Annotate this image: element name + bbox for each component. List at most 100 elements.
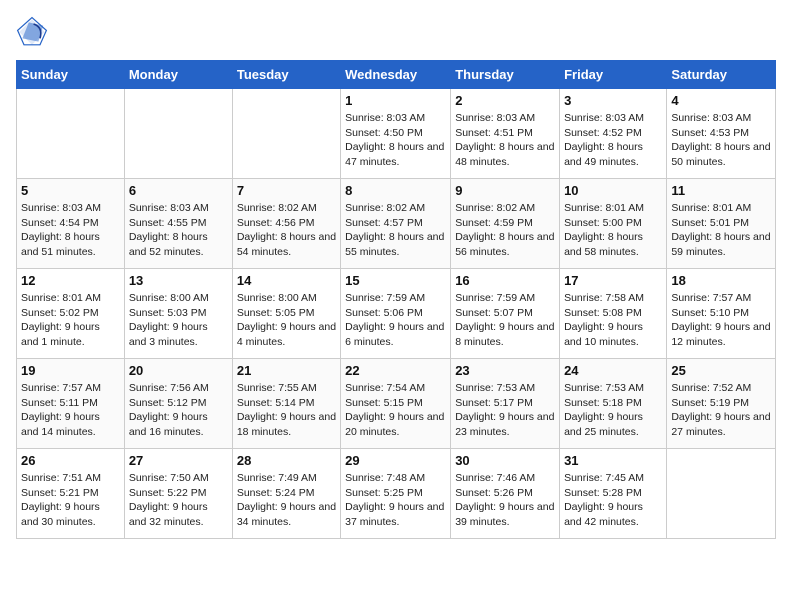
day-number: 19	[21, 363, 120, 378]
calendar-cell: 9 Sunrise: 8:02 AM Sunset: 4:59 PM Daylig…	[451, 179, 560, 269]
day-info: Sunrise: 8:03 AM Sunset: 4:51 PM Dayligh…	[455, 111, 555, 170]
day-info: Sunrise: 8:00 AM Sunset: 5:03 PM Dayligh…	[129, 291, 228, 350]
day-info: Sunrise: 8:02 AM Sunset: 4:59 PM Dayligh…	[455, 201, 555, 260]
calendar-cell: 28 Sunrise: 7:49 AM Sunset: 5:24 PM Dayli…	[232, 449, 340, 539]
day-number: 10	[564, 183, 662, 198]
day-number: 20	[129, 363, 228, 378]
weekday-header: Saturday	[667, 61, 776, 89]
day-info: Sunrise: 7:57 AM Sunset: 5:10 PM Dayligh…	[671, 291, 771, 350]
calendar-cell: 6Sunrise: 8:03 AM Sunset: 4:55 PM Daylig…	[124, 179, 232, 269]
weekday-header: Sunday	[17, 61, 125, 89]
day-number: 9	[455, 183, 555, 198]
calendar-cell: 26 Sunrise: 7:51 AM Sunset: 5:21 PM Dayli…	[17, 449, 125, 539]
day-number: 31	[564, 453, 662, 468]
calendar-cell	[232, 89, 340, 179]
calendar-cell: 16 Sunrise: 7:59 AM Sunset: 5:07 PM Dayli…	[451, 269, 560, 359]
day-number: 14	[237, 273, 336, 288]
calendar-cell: 13 Sunrise: 8:00 AM Sunset: 5:03 PM Dayli…	[124, 269, 232, 359]
calendar-table: SundayMondayTuesdayWednesdayThursdayFrid…	[16, 60, 776, 539]
calendar-week-row: 1 Sunrise: 8:03 AM Sunset: 4:50 PM Daylig…	[17, 89, 776, 179]
calendar-cell: 5 Sunrise: 8:03 AM Sunset: 4:54 PM Daylig…	[17, 179, 125, 269]
calendar-cell: 2Sunrise: 8:03 AM Sunset: 4:51 PM Daylig…	[451, 89, 560, 179]
weekday-header: Tuesday	[232, 61, 340, 89]
day-number: 13	[129, 273, 228, 288]
calendar-cell: 18 Sunrise: 7:57 AM Sunset: 5:10 PM Dayli…	[667, 269, 776, 359]
calendar-cell: 30 Sunrise: 7:46 AM Sunset: 5:26 PM Dayli…	[451, 449, 560, 539]
weekday-header-row: SundayMondayTuesdayWednesdayThursdayFrid…	[17, 61, 776, 89]
day-number: 23	[455, 363, 555, 378]
day-number: 28	[237, 453, 336, 468]
day-number: 18	[671, 273, 771, 288]
calendar-cell: 29Sunrise: 7:48 AM Sunset: 5:25 PM Dayli…	[341, 449, 451, 539]
calendar-cell: 1 Sunrise: 8:03 AM Sunset: 4:50 PM Daylig…	[341, 89, 451, 179]
day-info: Sunrise: 7:57 AM Sunset: 5:11 PM Dayligh…	[21, 381, 120, 440]
day-info: Sunrise: 7:56 AM Sunset: 5:12 PM Dayligh…	[129, 381, 228, 440]
calendar-cell: 8 Sunrise: 8:02 AM Sunset: 4:57 PM Daylig…	[341, 179, 451, 269]
weekday-header: Wednesday	[341, 61, 451, 89]
weekday-header: Monday	[124, 61, 232, 89]
day-info: Sunrise: 7:53 AM Sunset: 5:18 PM Dayligh…	[564, 381, 662, 440]
day-number: 11	[671, 183, 771, 198]
calendar-week-row: 12Sunrise: 8:01 AM Sunset: 5:02 PM Dayli…	[17, 269, 776, 359]
day-number: 25	[671, 363, 771, 378]
day-info: Sunrise: 7:49 AM Sunset: 5:24 PM Dayligh…	[237, 471, 336, 530]
calendar-cell: 3 Sunrise: 8:03 AM Sunset: 4:52 PM Daylig…	[560, 89, 667, 179]
day-info: Sunrise: 7:55 AM Sunset: 5:14 PM Dayligh…	[237, 381, 336, 440]
calendar-week-row: 19 Sunrise: 7:57 AM Sunset: 5:11 PM Dayli…	[17, 359, 776, 449]
day-number: 30	[455, 453, 555, 468]
day-info: Sunrise: 8:03 AM Sunset: 4:50 PM Dayligh…	[345, 111, 446, 170]
calendar-week-row: 26 Sunrise: 7:51 AM Sunset: 5:21 PM Dayli…	[17, 449, 776, 539]
day-info: Sunrise: 7:59 AM Sunset: 5:07 PM Dayligh…	[455, 291, 555, 350]
day-number: 27	[129, 453, 228, 468]
day-info: Sunrise: 7:46 AM Sunset: 5:26 PM Dayligh…	[455, 471, 555, 530]
calendar-cell: 15Sunrise: 7:59 AM Sunset: 5:06 PM Dayli…	[341, 269, 451, 359]
day-info: Sunrise: 7:51 AM Sunset: 5:21 PM Dayligh…	[21, 471, 120, 530]
day-number: 6	[129, 183, 228, 198]
day-number: 7	[237, 183, 336, 198]
day-info: Sunrise: 8:01 AM Sunset: 5:01 PM Dayligh…	[671, 201, 771, 260]
day-info: Sunrise: 8:00 AM Sunset: 5:05 PM Dayligh…	[237, 291, 336, 350]
day-number: 8	[345, 183, 446, 198]
logo-icon	[16, 16, 48, 48]
day-number: 22	[345, 363, 446, 378]
day-info: Sunrise: 7:59 AM Sunset: 5:06 PM Dayligh…	[345, 291, 446, 350]
day-number: 26	[21, 453, 120, 468]
calendar-week-row: 5 Sunrise: 8:03 AM Sunset: 4:54 PM Daylig…	[17, 179, 776, 269]
calendar-cell: 7Sunrise: 8:02 AM Sunset: 4:56 PM Daylig…	[232, 179, 340, 269]
calendar-cell: 10 Sunrise: 8:01 AM Sunset: 5:00 PM Dayli…	[560, 179, 667, 269]
page-header	[16, 16, 776, 48]
day-info: Sunrise: 7:53 AM Sunset: 5:17 PM Dayligh…	[455, 381, 555, 440]
day-number: 3	[564, 93, 662, 108]
logo	[16, 16, 52, 48]
calendar-cell: 19 Sunrise: 7:57 AM Sunset: 5:11 PM Dayli…	[17, 359, 125, 449]
day-number: 1	[345, 93, 446, 108]
day-info: Sunrise: 7:58 AM Sunset: 5:08 PM Dayligh…	[564, 291, 662, 350]
day-number: 12	[21, 273, 120, 288]
day-info: Sunrise: 8:02 AM Sunset: 4:57 PM Dayligh…	[345, 201, 446, 260]
calendar-cell: 25 Sunrise: 7:52 AM Sunset: 5:19 PM Dayli…	[667, 359, 776, 449]
calendar-cell: 12Sunrise: 8:01 AM Sunset: 5:02 PM Dayli…	[17, 269, 125, 359]
day-number: 24	[564, 363, 662, 378]
day-info: Sunrise: 8:03 AM Sunset: 4:54 PM Dayligh…	[21, 201, 120, 260]
calendar-cell: 4Sunrise: 8:03 AM Sunset: 4:53 PM Daylig…	[667, 89, 776, 179]
calendar-cell: 27 Sunrise: 7:50 AM Sunset: 5:22 PM Dayli…	[124, 449, 232, 539]
day-number: 21	[237, 363, 336, 378]
day-number: 16	[455, 273, 555, 288]
day-number: 17	[564, 273, 662, 288]
calendar-cell: 22 Sunrise: 7:54 AM Sunset: 5:15 PM Dayli…	[341, 359, 451, 449]
day-info: Sunrise: 7:52 AM Sunset: 5:19 PM Dayligh…	[671, 381, 771, 440]
day-number: 5	[21, 183, 120, 198]
calendar-cell: 31Sunrise: 7:45 AM Sunset: 5:28 PM Dayli…	[560, 449, 667, 539]
calendar-cell: 20 Sunrise: 7:56 AM Sunset: 5:12 PM Dayli…	[124, 359, 232, 449]
day-info: Sunrise: 7:50 AM Sunset: 5:22 PM Dayligh…	[129, 471, 228, 530]
day-info: Sunrise: 8:03 AM Sunset: 4:52 PM Dayligh…	[564, 111, 662, 170]
weekday-header: Thursday	[451, 61, 560, 89]
day-info: Sunrise: 8:01 AM Sunset: 5:00 PM Dayligh…	[564, 201, 662, 260]
calendar-cell: 14 Sunrise: 8:00 AM Sunset: 5:05 PM Dayli…	[232, 269, 340, 359]
calendar-cell: 21 Sunrise: 7:55 AM Sunset: 5:14 PM Dayli…	[232, 359, 340, 449]
day-info: Sunrise: 7:54 AM Sunset: 5:15 PM Dayligh…	[345, 381, 446, 440]
day-info: Sunrise: 7:48 AM Sunset: 5:25 PM Dayligh…	[345, 471, 446, 530]
calendar-cell: 17 Sunrise: 7:58 AM Sunset: 5:08 PM Dayli…	[560, 269, 667, 359]
day-number: 4	[671, 93, 771, 108]
calendar-cell: 11 Sunrise: 8:01 AM Sunset: 5:01 PM Dayli…	[667, 179, 776, 269]
